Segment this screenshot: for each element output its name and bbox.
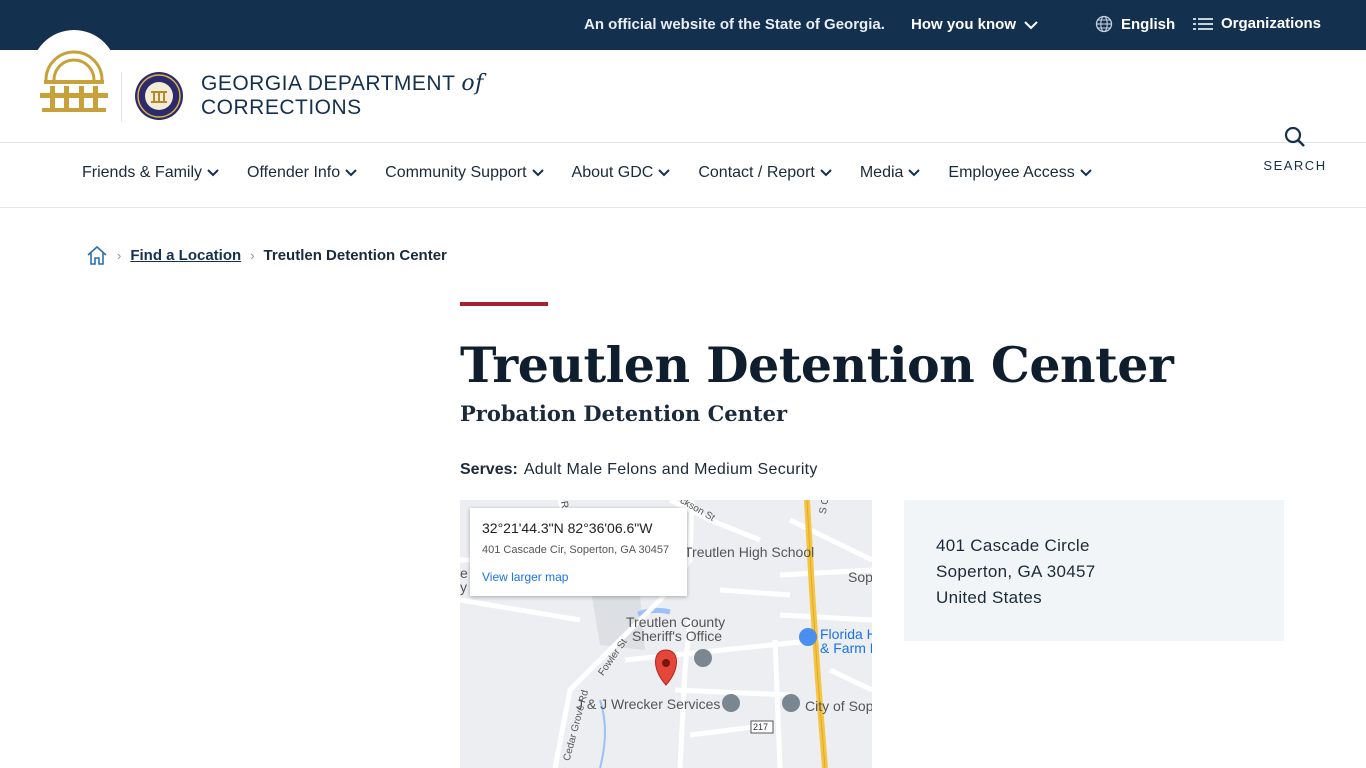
page-title: Treutlen Detention Center [460, 336, 1174, 394]
language-label: English [1121, 15, 1176, 33]
chevron-down-icon [658, 169, 671, 177]
official-site-text: An official website of the State of Geor… [584, 16, 885, 33]
nav-label: Media [859, 164, 904, 181]
nav-item-offender-info[interactable]: Offender Info [247, 164, 357, 182]
home-icon[interactable] [86, 244, 108, 266]
official-banner: An official website of the State of Geor… [0, 0, 1366, 50]
brand-line-2: CORRECTIONS [201, 96, 362, 119]
chevron-down-icon [1079, 169, 1092, 177]
page-subtitle: Probation Detention Center [460, 401, 788, 426]
georgia-state-logo-icon[interactable] [38, 40, 110, 116]
language-button[interactable]: English [1095, 15, 1175, 33]
nav-item-contact-report[interactable]: Contact / Report [698, 164, 832, 182]
map-label-city: City of Sop [805, 698, 872, 714]
nav-item-employee-access[interactable]: Employee Access [948, 164, 1092, 182]
chevron-down-icon [908, 169, 921, 177]
map-label-florida-2: & Farm E [820, 640, 872, 656]
map-coordinates: 32°21'44.3"N 82°36'06.6"W [482, 520, 653, 536]
map-info-card: 32°21'44.3"N 82°36'06.6"W 401 Cascade Ci… [470, 508, 687, 596]
map-label-sop: Sop [848, 569, 872, 585]
organizations-button[interactable]: Organizations [1193, 15, 1321, 32]
how-you-know-button[interactable]: How you know [911, 16, 1038, 33]
gdc-seal-icon[interactable] [134, 71, 184, 121]
brand-of: of [461, 71, 484, 96]
main-nav: Friends & Family Offender Info Community… [0, 143, 1366, 208]
serves-label: Serves: [460, 461, 518, 478]
map-label-y: y [460, 579, 467, 595]
globe-icon [1095, 15, 1113, 33]
site-brand[interactable]: GEORGIA DEPARTMENT of CORRECTIONS [201, 72, 484, 120]
nav-item-about-gdc[interactable]: About GDC [572, 164, 671, 182]
logo-divider [121, 72, 122, 122]
address-line-2: Soperton, GA 30457 [936, 562, 1096, 581]
list-icon [1193, 17, 1213, 30]
address-panel: 401 Cascade Circle Soperton, GA 30457 Un… [904, 500, 1284, 641]
nav-label: Community Support [385, 164, 527, 181]
map-label-wrecker: J & J Wrecker Services [576, 696, 721, 712]
chevron-right-icon: › [250, 247, 255, 263]
nav-label: Employee Access [948, 164, 1075, 181]
breadcrumb-find-location-link[interactable]: Find a Location [130, 247, 241, 264]
serves-info: Serves: Adult Male Felons and Medium Secu… [460, 461, 818, 479]
nav-label: Contact / Report [698, 164, 815, 181]
nav-label: About GDC [571, 164, 654, 181]
breadcrumb-current: Treutlen Detention Center [263, 246, 447, 264]
nav-item-friends-family[interactable]: Friends & Family [82, 164, 219, 182]
chevron-down-icon [531, 169, 544, 177]
map-address: 401 Cascade Cir, Soperton, GA 30457 [482, 544, 670, 556]
chevron-down-icon [1024, 20, 1038, 29]
how-you-know-label: How you know [911, 16, 1016, 33]
chevron-down-icon [207, 169, 219, 177]
nav-label: Friends & Family [82, 164, 203, 181]
map-label-sheriff-2: Sheriff's Office [632, 628, 723, 644]
serves-value: Adult Male Felons and Medium Security [523, 461, 818, 478]
nav-label: Offender Info [247, 164, 341, 181]
chevron-down-icon [820, 169, 832, 177]
view-larger-map-link[interactable]: View larger map [482, 570, 675, 584]
address-line-1: 401 Cascade Circle [936, 536, 1090, 555]
chevron-right-icon: › [117, 247, 122, 263]
organizations-label: Organizations [1221, 15, 1322, 32]
brand-line-1: GEORGIA DEPARTMENT [201, 72, 456, 95]
location-map[interactable]: Treutlen High School Treutlen County She… [460, 500, 872, 768]
title-accent-bar [460, 302, 548, 306]
chevron-down-icon [345, 169, 357, 177]
map-label-route: 217 [753, 722, 769, 732]
breadcrumb: › Find a Location › Treutlen Detention C… [86, 244, 447, 266]
nav-item-media[interactable]: Media [860, 164, 921, 182]
nav-item-community-support[interactable]: Community Support [385, 164, 544, 182]
address-line-3: United States [936, 588, 1042, 607]
map-label-treutlen-high: Treutlen High School [684, 544, 815, 560]
